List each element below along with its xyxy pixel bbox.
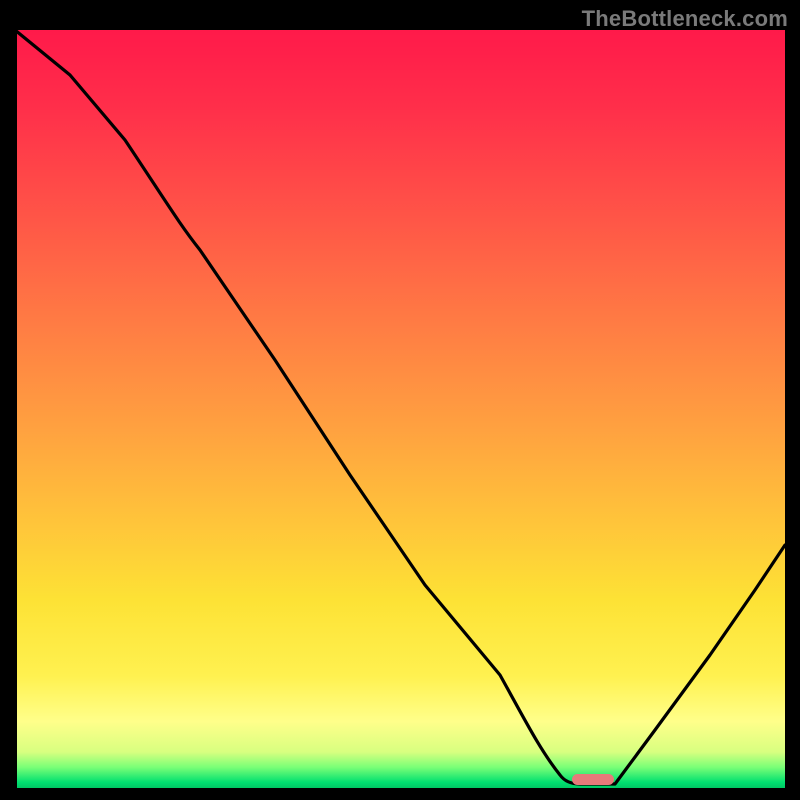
bottleneck-chart: TheBottleneck.com: [0, 0, 800, 800]
axes-layer: [0, 0, 800, 800]
watermark-text: TheBottleneck.com: [582, 6, 788, 32]
